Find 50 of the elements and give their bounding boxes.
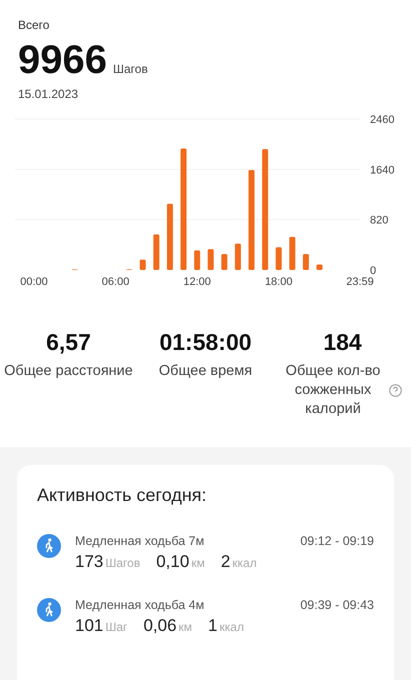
axis-label: 18:00 [264,276,292,285]
activity-calories: 2 [220,552,230,571]
help-icon[interactable] [389,384,402,397]
steps-unit: Шагов [112,62,148,76]
activity-steps: 173 [75,552,104,571]
axis-label: 0 [370,265,376,277]
activity-calories: 1 [208,616,218,635]
steps-unit: Шагов [105,556,140,570]
calories-unit: ккал [232,556,257,570]
axis-label: 23:59 [346,276,374,285]
stat-value: 6,57 [46,329,91,356]
axis-label: 820 [370,214,388,227]
bar [221,254,228,270]
activity-name: Медленная ходьба 7м [75,534,204,548]
activity-steps: 101 [75,616,104,635]
stat-label: Общее время [158,362,252,381]
calories-unit: ккал [220,620,244,634]
activity-name: Медленная ходьба 4м [75,598,204,612]
date-label: 15.01.2023 [17,87,80,101]
bar [208,249,214,270]
walking-icon [37,534,61,558]
bar [166,204,173,270]
activity-time: 09:39 - 09:43 [300,598,374,612]
bar [289,236,296,270]
stat-value: 184 [323,329,362,356]
distance-unit: км [191,556,205,570]
stat-value: 01:58:00 [159,329,252,356]
bar [276,247,282,270]
bar [140,260,146,270]
bar [194,250,200,270]
activity-distance: 0,10 [156,552,190,571]
activity-time: 09:12 - 09:19 [300,534,374,548]
bar [153,234,160,270]
walking-icon [37,598,61,622]
axis-label: 06:00 [102,276,130,285]
axis-label: 1640 [370,164,394,176]
bar [316,264,322,270]
stat-label: Общее кол-во сожженных калорий [284,362,382,419]
activity-distance: 0,06 [143,616,177,635]
stat-label: Общее расстояние [4,362,133,381]
axis-label: 12:00 [183,276,211,285]
bar [234,244,241,270]
axis-label: 00:00 [20,276,48,285]
axis-label: 2460 [370,114,394,126]
steps-unit: Шаг [105,620,128,634]
card-title: Активность сегодня: [37,485,208,506]
steps-count: 9966 [18,38,107,83]
total-label: Всего [17,18,50,32]
bar [302,254,309,270]
distance-unit: км [178,620,192,634]
